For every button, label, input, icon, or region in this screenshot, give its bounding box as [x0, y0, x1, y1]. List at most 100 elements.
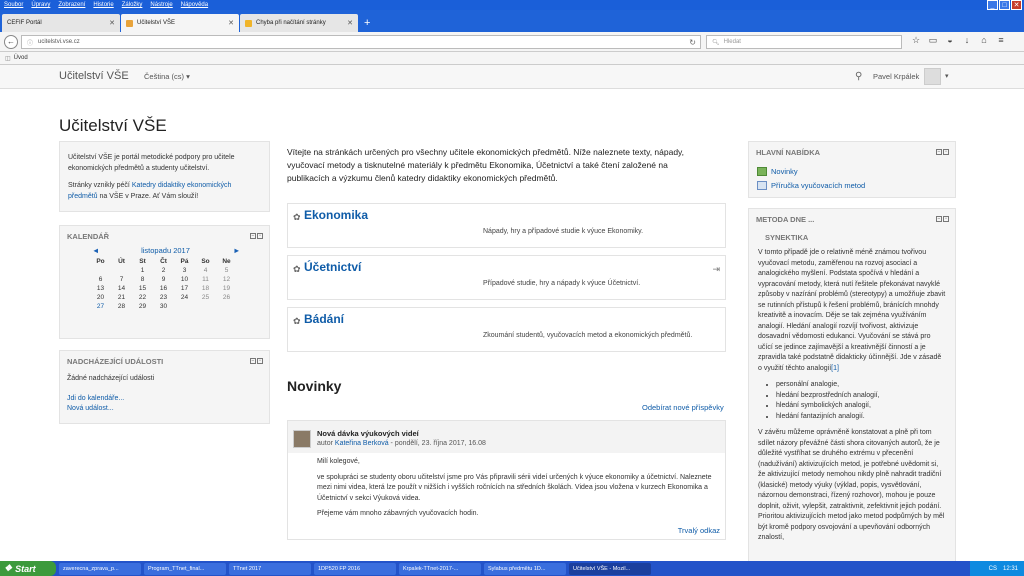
menu-tools[interactable]: Nástroje	[150, 2, 172, 8]
calendar-day[interactable]: 29	[132, 303, 153, 310]
menu-bookmarks[interactable]: Záložky	[122, 2, 143, 8]
menu-item-news[interactable]: Novinky	[771, 167, 798, 176]
user-name[interactable]: Pavel Krpálek	[873, 72, 919, 81]
tab-error[interactable]: Chyba při načítání stránky ✕	[240, 14, 358, 32]
course-name[interactable]: Bádání	[304, 312, 344, 326]
back-button[interactable]: ←	[4, 34, 18, 49]
author-avatar[interactable]	[293, 430, 311, 448]
calendar-day[interactable]: 13	[90, 285, 111, 292]
user-menu-caret-icon[interactable]: ▾	[945, 72, 949, 80]
language-menu[interactable]: Čeština (cs) ▾	[144, 72, 190, 81]
dock-icon[interactable]: ▫	[257, 233, 263, 239]
calendar-day[interactable]: 17	[174, 285, 195, 292]
calendar-prev-button[interactable]: ◄	[92, 246, 99, 255]
calendar-day[interactable]: 3	[174, 267, 195, 274]
reference-link[interactable]: [1]	[831, 365, 839, 372]
subscribe-link[interactable]: Odebírat nové příspěvky	[642, 403, 724, 412]
menu-item-handbook[interactable]: Příručka vyučovacích metod	[771, 181, 865, 190]
calendar-day[interactable]: 4	[195, 267, 216, 274]
collapse-icon[interactable]: −	[936, 216, 942, 222]
calendar-day[interactable]: 14	[111, 285, 132, 292]
close-window-button[interactable]: ✕	[1011, 0, 1022, 10]
minimize-button[interactable]: _	[987, 0, 998, 10]
tab-ucitelstvi[interactable]: Učitelství VŠE ✕	[121, 14, 239, 32]
avatar[interactable]	[924, 68, 941, 85]
site-brand[interactable]: Učitelství VŠE	[59, 70, 129, 82]
calendar-day[interactable]: 12	[216, 276, 237, 283]
download-icon[interactable]: ↓	[961, 35, 973, 46]
calendar-day[interactable]: 8	[132, 276, 153, 283]
url-field[interactable]: ⓘ ucitelstvi.vse.cz ↻	[21, 35, 701, 49]
close-tab-icon[interactable]: ✕	[109, 19, 115, 27]
new-tab-button[interactable]: +	[364, 14, 370, 32]
calendar-day[interactable]: 22	[132, 294, 153, 301]
post-author-link[interactable]: Kateřina Berková	[335, 440, 389, 447]
calendar-day[interactable]: 20	[90, 294, 111, 301]
site-search-icon[interactable]: ⚲	[855, 71, 862, 82]
calendar-next-button[interactable]: ►	[233, 246, 240, 255]
calendar-day[interactable]: 11	[195, 276, 216, 283]
taskbar-item[interactable]: zaverecna_zprava_p...	[59, 562, 141, 575]
calendar-day[interactable]: 21	[111, 294, 132, 301]
taskbar-item[interactable]: Sylabus předmětu 1D...	[484, 562, 566, 575]
calendar-day[interactable]: 6	[90, 276, 111, 283]
collapse-icon[interactable]: −	[936, 149, 942, 155]
calendar-day[interactable]: 28	[111, 303, 132, 310]
calendar-day[interactable]: 19	[216, 285, 237, 292]
calendar-day[interactable]: 16	[153, 285, 174, 292]
dock-icon[interactable]: ▫	[257, 358, 263, 364]
calendar-day[interactable]: 30	[153, 303, 174, 310]
calendar-day[interactable]: 10	[174, 276, 195, 283]
course-name[interactable]: Ekonomika	[304, 208, 368, 222]
pocket-icon[interactable]: ◒	[944, 35, 956, 46]
taskbar-item[interactable]: Učitelství VŠE - Mozil...	[569, 562, 651, 575]
menu-edit[interactable]: Úpravy	[31, 2, 50, 8]
menu-history[interactable]: Historie	[93, 2, 113, 8]
bookmark-star-icon[interactable]: ☆	[910, 35, 922, 46]
language-indicator[interactable]: CS	[989, 566, 997, 572]
course-box[interactable]: ✿ Ekonomika Nápady, hry a případové stud…	[287, 203, 726, 248]
calendar-day[interactable]: 23	[153, 294, 174, 301]
reload-icon[interactable]: ↻	[689, 38, 696, 47]
calendar-day[interactable]: 25	[195, 294, 216, 301]
info-icon[interactable]: ⓘ	[27, 38, 33, 47]
home-icon[interactable]: ⌂	[978, 35, 990, 46]
hamburger-menu-icon[interactable]: ≡	[995, 35, 1007, 46]
close-tab-icon[interactable]: ✕	[228, 19, 234, 27]
permalink-link[interactable]: Trvalý odkaz	[678, 526, 720, 535]
course-box[interactable]: ✿ Účetnictví ⇥ Případové studie, hry a n…	[287, 255, 726, 300]
bookmark-uvod[interactable]: Úvod	[14, 55, 28, 61]
tab-cefif[interactable]: CEFIF Portál ✕	[2, 14, 120, 32]
search-field[interactable]: 🔍︎ Hledat	[706, 35, 902, 49]
collapse-icon[interactable]: −	[250, 358, 256, 364]
calendar-day[interactable]: 7	[111, 276, 132, 283]
taskbar-item[interactable]: 1DP520 FP 2016	[314, 562, 396, 575]
clipboard-icon[interactable]: ▭	[927, 35, 939, 46]
calendar-day[interactable]: 15	[132, 285, 153, 292]
taskbar-item[interactable]: TTnet 2017	[229, 562, 311, 575]
calendar-month[interactable]: listopadu 2017	[141, 246, 190, 255]
calendar-day[interactable]: 1	[132, 267, 153, 274]
calendar-day[interactable]: 27	[90, 303, 111, 310]
enrol-icon[interactable]: ⇥	[712, 264, 720, 275]
collapse-icon[interactable]: −	[250, 233, 256, 239]
dock-icon[interactable]: ▫	[943, 149, 949, 155]
calendar-day[interactable]: 24	[174, 294, 195, 301]
menu-view[interactable]: Zobrazení	[58, 2, 85, 8]
goto-calendar-link[interactable]: Jdi do kalendáře...	[67, 395, 124, 402]
new-event-link[interactable]: Nová událost...	[67, 405, 114, 412]
course-box[interactable]: ✿ Bádání Zkoumání studentů, vyučovacích …	[287, 307, 726, 352]
start-button[interactable]: ❖ Start	[0, 561, 56, 576]
calendar-day[interactable]: 26	[216, 294, 237, 301]
taskbar-item[interactable]: Krpalek-TTnet-2017-...	[399, 562, 481, 575]
calendar-day[interactable]: 5	[216, 267, 237, 274]
calendar-day[interactable]: 2	[153, 267, 174, 274]
maximize-button[interactable]: □	[999, 0, 1010, 10]
calendar-day[interactable]: 18	[195, 285, 216, 292]
menu-file[interactable]: Soubor	[4, 2, 23, 8]
taskbar-item[interactable]: Program_TTnet_final...	[144, 562, 226, 575]
course-name[interactable]: Účetnictví	[304, 260, 361, 274]
dock-icon[interactable]: ▫	[943, 216, 949, 222]
close-tab-icon[interactable]: ✕	[347, 19, 353, 27]
menu-help[interactable]: Nápověda	[181, 2, 208, 8]
